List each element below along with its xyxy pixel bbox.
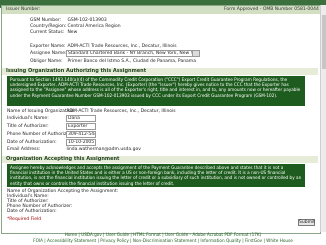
authorizer-title-label-row: Title of Authorizer:	[7, 124, 49, 130]
authorizer-title-field[interactable]: Exporter	[66, 123, 96, 130]
obligor-row: Obligor Name: Primer Banco del Istmo S.A…	[30, 59, 196, 65]
authorization-date-label: Date of Authorization:	[7, 140, 57, 145]
issuing-org-label: Name of Issuing Organization:	[7, 109, 76, 114]
individual-name-label: Individual's Name:	[7, 116, 49, 121]
footer-links-secondary[interactable]: FOIA | Accessibility Statement | Privacy…	[0, 238, 326, 244]
submit-button[interactable]: Submit	[298, 219, 315, 226]
authorizer-phone-label: Phone Number of Authorizer:	[7, 132, 73, 137]
individual-name-field[interactable]: Dana	[66, 115, 96, 122]
authorization-date-field[interactable]: 10-10-2005	[66, 139, 96, 146]
omb-number-text: Form Approved - OMB Number 0581-0044	[224, 7, 319, 12]
assignee-select[interactable]: Standard Chartered Bank - NY Branch, New…	[66, 50, 200, 57]
required-field-note: *Required Field	[7, 217, 42, 222]
status-row: Current Status: New	[30, 30, 77, 36]
email-row: Email Address: linda.watherman@adm.usda.…	[7, 147, 141, 153]
issuing-org-value: ADM-ACTI Trade Resources, Inc., Decatur,…	[66, 109, 176, 114]
issuing-notice: Pursuant to Section 1493.140(a)(4) of th…	[7, 76, 305, 106]
exporter-label: Exporter Name:	[30, 44, 66, 49]
authorization-date-value: 10-10-2005	[68, 140, 95, 145]
accepting-section-title: Organization Accepting this Assignment	[2, 156, 318, 163]
authorizer-phone-value: 309-412-5449	[68, 132, 95, 137]
issuer-number-label: Issuer Number:	[6, 7, 41, 12]
individual-name-label-row: Individual's Name:	[7, 116, 49, 122]
accepting-notice: Assignee hereby acknowledges and accepts…	[7, 164, 305, 187]
country-value: Central America Region	[67, 24, 121, 29]
authorizer-title-label: Title of Authorizer:	[7, 124, 49, 129]
authorizer-phone-label-row: Phone Number of Authorizer:	[7, 132, 72, 138]
issuing-section-title: Issuing Organization Authorizing this As…	[2, 68, 318, 75]
vertical-scrollbar[interactable]	[320, 5, 326, 232]
individual-name-value: Dana	[68, 116, 80, 121]
authorization-date-label-row: Date of Authorization:	[7, 140, 57, 146]
obligor-value: Primer Banco del Istmo S.A., Ciudad de P…	[67, 59, 196, 64]
email-value: linda.watherman@adm.usda.gov	[66, 147, 141, 152]
assignment-form: Issuer Number: Form Approved - OMB Numbe…	[1, 5, 321, 234]
email-label: Email Address:	[7, 147, 41, 152]
assignee-select-value: Standard Chartered Bank - NY Branch, New…	[68, 51, 200, 56]
gsm-number-value: GSM-102-013903	[67, 18, 107, 23]
form-header-bar: Issuer Number: Form Approved - OMB Numbe…	[2, 6, 320, 14]
obligor-label: Obligor Name:	[30, 59, 63, 64]
scrollbar-thumb[interactable]	[322, 15, 326, 69]
assignee-label: Assignee Name:	[30, 51, 67, 56]
authorizer-title-value: Exporter	[68, 124, 88, 129]
accepting-date-label: Date of Authorization:	[7, 209, 57, 214]
authorizer-phone-field[interactable]: 309-412-5449	[66, 131, 96, 138]
exporter-value: ADM-ACTI Trade Resources, Inc., Decatur,…	[67, 44, 177, 49]
assignee-label-row: Assignee Name:	[30, 51, 67, 57]
status-label: Current Status:	[30, 30, 65, 35]
status-value: New	[67, 30, 78, 35]
